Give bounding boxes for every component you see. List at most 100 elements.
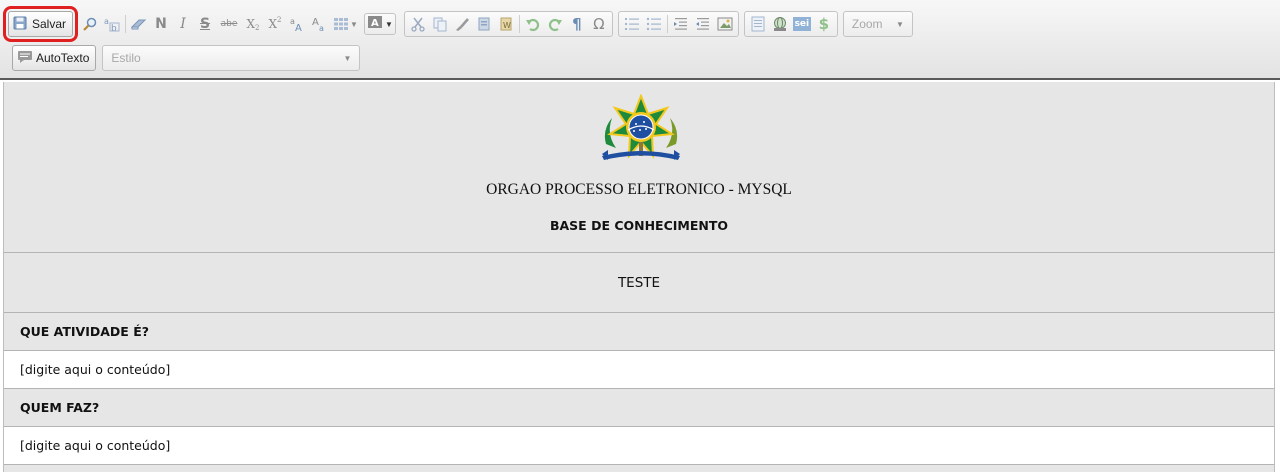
numbered-list-button[interactable] — [621, 13, 643, 35]
subscript-button[interactable]: X2 — [242, 13, 264, 35]
magnifier-icon — [81, 15, 99, 33]
svg-text:A: A — [371, 18, 379, 29]
document-table-icon — [749, 15, 767, 33]
svg-text:A: A — [295, 23, 302, 33]
toolbar-row-1: Salvar ab N I S abe X2 X 2 a A A a ▼ A ▼… — [2, 6, 913, 42]
clipboard-group: W ¶ Ω — [403, 11, 613, 37]
undo-button[interactable] — [522, 13, 544, 35]
text-color-icon: A — [367, 15, 383, 34]
speech-bubble-icon — [17, 50, 33, 66]
zoom-label: Zoom — [851, 17, 883, 31]
svg-text:W: W — [503, 21, 511, 30]
copy-button[interactable] — [429, 13, 451, 35]
italic-icon: I — [180, 16, 186, 32]
section-heading-partial — [4, 465, 1274, 472]
bold-button[interactable]: N — [150, 13, 172, 35]
insert-table-button[interactable] — [747, 13, 769, 35]
eraser-icon — [130, 15, 148, 33]
svg-text:a: a — [319, 24, 324, 33]
superscript-button[interactable]: X2 — [264, 13, 286, 35]
decrease-indent-button[interactable] — [670, 13, 692, 35]
bullet-list-button[interactable] — [643, 13, 665, 35]
paste-button[interactable] — [473, 13, 495, 35]
bold-icon: N — [155, 16, 167, 32]
numbered-list-icon — [623, 15, 641, 33]
find-button[interactable] — [79, 13, 101, 35]
redo-button[interactable] — [544, 13, 566, 35]
chevron-down-icon: ▼ — [350, 19, 358, 29]
document-title[interactable]: TESTE — [4, 253, 1274, 313]
copy-icon — [431, 15, 449, 33]
table-grid-icon — [332, 15, 350, 33]
format-painter-button[interactable] — [451, 13, 473, 35]
document-body: ORGAO PROCESSO ELETRONICO - MYSQL BASE D… — [3, 82, 1275, 472]
toolbar-separator — [666, 15, 668, 33]
text-lowercase-icon: Aa — [310, 15, 328, 33]
lowercase-button[interactable]: Aa — [308, 13, 330, 35]
svg-text:A: A — [312, 17, 319, 28]
paste-word-icon: W — [497, 15, 515, 33]
table-button[interactable]: ▼ — [330, 13, 360, 35]
bullet-list-icon — [645, 15, 663, 33]
dollar-icon: $ — [818, 15, 830, 33]
document-subtitle: BASE DE CONHECIMENTO — [549, 218, 729, 233]
sei-icon: sei — [792, 17, 811, 31]
subscript-mark: 2 — [255, 24, 260, 32]
chevron-down-icon: ▼ — [895, 19, 904, 29]
remove-format-button[interactable] — [128, 13, 150, 35]
text-color-button[interactable]: A ▼ — [363, 13, 396, 35]
paste-icon — [475, 15, 493, 33]
style-placeholder: Estilo — [111, 51, 141, 65]
floppy-disk-icon — [13, 16, 29, 32]
chevron-down-icon: ▼ — [343, 53, 352, 63]
zoom-select[interactable]: Zoom ▼ — [842, 11, 913, 37]
text-uppercase-icon: aA — [288, 15, 306, 33]
redo-icon — [546, 15, 564, 33]
paragraph-button[interactable]: ¶ — [566, 13, 588, 35]
currency-button[interactable]: $ — [813, 13, 835, 35]
toolbar-row-2: AutoTexto Estilo ▼ — [12, 43, 361, 73]
find-replace-icon: ab — [103, 15, 121, 33]
toolbar-separator — [518, 15, 520, 33]
undo-icon — [524, 15, 542, 33]
coat-of-arms-icon — [602, 94, 680, 160]
special-char-button[interactable]: Ω — [588, 13, 610, 35]
increase-indent-button[interactable] — [692, 13, 714, 35]
autotext-label: AutoTexto — [36, 51, 90, 65]
paste-word-button[interactable]: W — [495, 13, 517, 35]
chevron-down-icon: ▼ — [384, 19, 393, 29]
save-label: Salvar — [32, 17, 67, 31]
editor-toolbar: Salvar ab N I S abe X2 X 2 a A A a ▼ A ▼… — [0, 0, 1280, 80]
subscript-icon: X2 — [244, 15, 262, 33]
strike-text-button[interactable]: abe — [216, 13, 242, 35]
section-heading[interactable]: QUE ATIVIDADE É? — [4, 313, 1274, 351]
section-heading[interactable]: QUEM FAZ? — [4, 389, 1274, 427]
insert-image-button[interactable] — [714, 13, 736, 35]
section-content[interactable]: [digite aqui o conteúdo] — [4, 351, 1274, 389]
style-select[interactable]: Estilo ▼ — [102, 45, 361, 71]
outdent-icon — [672, 15, 690, 33]
globe-link-icon — [771, 15, 789, 33]
list-group — [617, 11, 739, 37]
replace-button[interactable]: ab — [101, 13, 123, 35]
sei-link-button[interactable]: sei — [791, 13, 813, 35]
autotext-button[interactable]: AutoTexto — [12, 45, 97, 71]
italic-button[interactable]: I — [172, 13, 194, 35]
superscript-mark: 2 — [277, 16, 282, 24]
omega-icon: Ω — [593, 15, 605, 33]
organization-name: ORGAO PROCESSO ELETRONICO - MYSQL — [486, 181, 792, 198]
document-header: ORGAO PROCESSO ELETRONICO - MYSQL BASE D… — [4, 82, 1274, 253]
section-content[interactable]: [digite aqui o conteúdo] — [4, 427, 1274, 465]
toolbar-separator — [125, 15, 127, 33]
paintbrush-icon — [453, 15, 471, 33]
uppercase-button[interactable]: aA — [286, 13, 308, 35]
indent-icon — [694, 15, 712, 33]
pilcrow-icon: ¶ — [572, 15, 582, 33]
save-button[interactable]: Salvar — [2, 6, 79, 42]
strikethrough-icon: S — [199, 16, 211, 32]
underline-strike-button[interactable]: S — [194, 13, 216, 35]
svg-text:a: a — [104, 17, 109, 26]
insert-link-button[interactable] — [769, 13, 791, 35]
cut-button[interactable] — [407, 13, 429, 35]
scissors-icon — [409, 15, 427, 33]
